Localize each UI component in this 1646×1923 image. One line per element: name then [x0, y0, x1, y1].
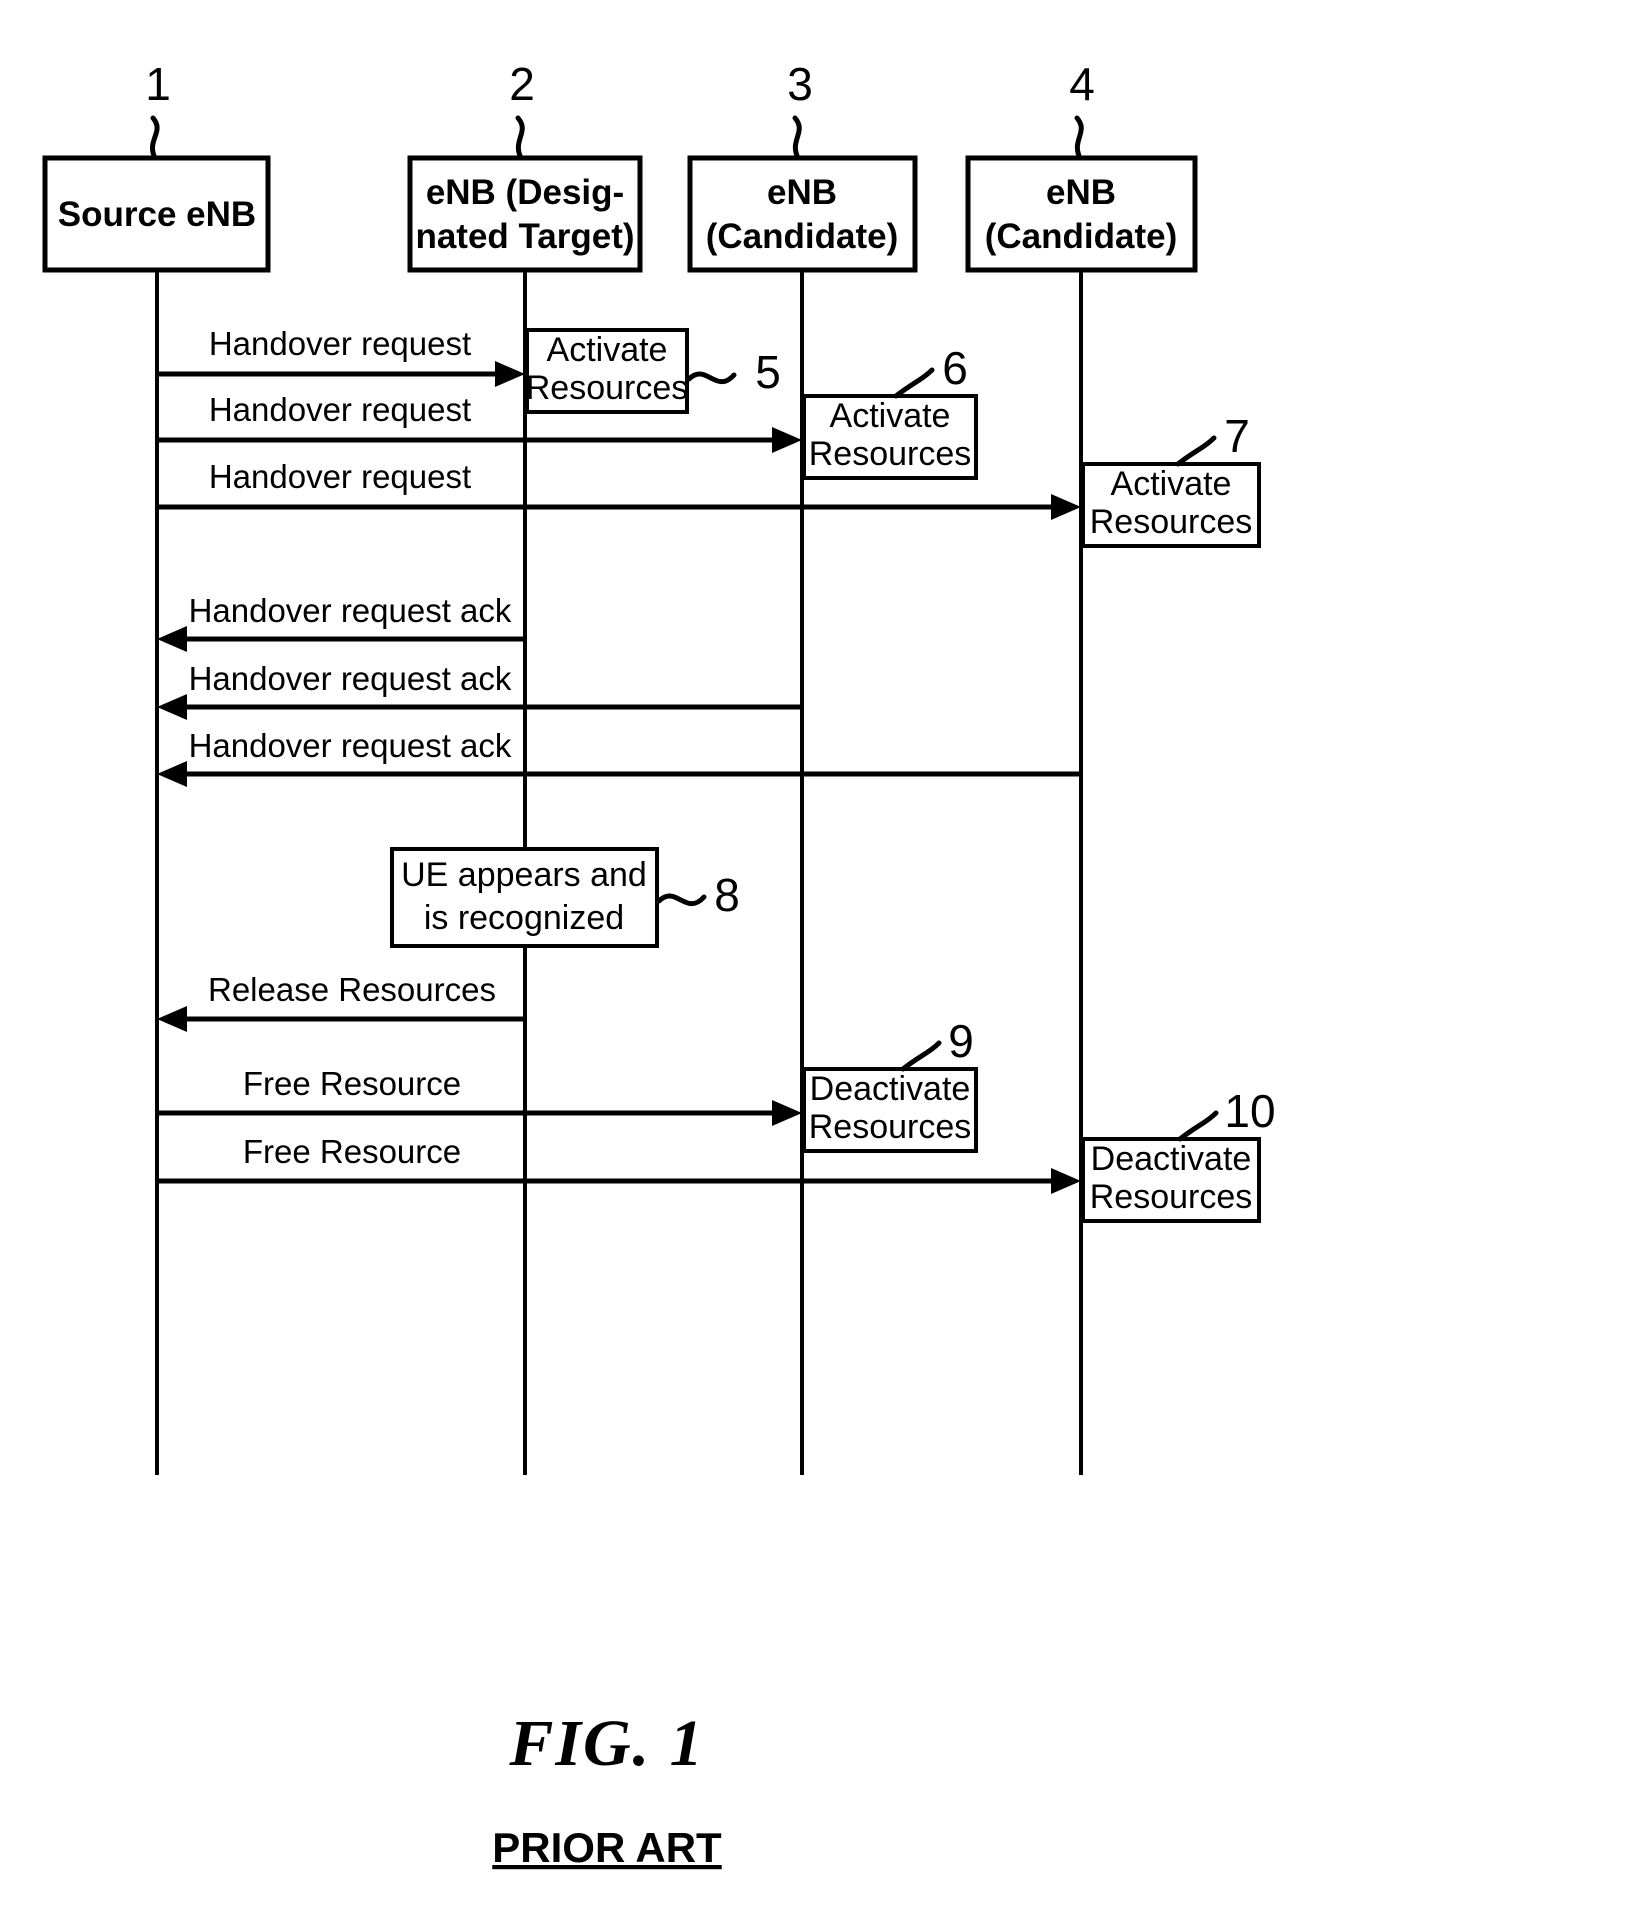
node-ref-4: 4	[1069, 58, 1095, 161]
action-box-7-leader	[1175, 435, 1217, 467]
action-box-5-leader	[686, 371, 737, 384]
message-2[interactable]: Handover request	[157, 391, 802, 453]
message-5[interactable]: Handover request ack	[157, 660, 802, 720]
action-box-6-leader	[893, 367, 935, 399]
action-box-6[interactable]: Activate Resources 6	[802, 342, 978, 480]
action-box-5-line2: Resources	[526, 369, 689, 407]
message-1[interactable]: Handover request	[157, 325, 525, 387]
message-7-arrowhead	[157, 1006, 187, 1032]
ref-numeral-5: 5	[755, 346, 781, 398]
action-box-8-leader	[656, 893, 707, 906]
ref-numeral-10: 10	[1224, 1085, 1275, 1137]
message-6-label: Handover request ack	[189, 727, 512, 764]
action-box-8-line1: UE appears and	[401, 856, 647, 894]
message-2-label: Handover request	[209, 391, 471, 428]
message-9-label: Free Resource	[243, 1133, 461, 1170]
ref-numeral-6: 6	[942, 342, 968, 394]
figure-subtitle: PRIOR ART	[492, 1824, 722, 1871]
message-5-label: Handover request ack	[189, 660, 512, 697]
node-head-4[interactable]: eNB (Candidate)	[965, 155, 1198, 273]
action-box-7[interactable]: Activate Resources 7	[1081, 410, 1261, 548]
ref-numeral-1: 1	[145, 58, 171, 110]
sequence-diagram-canvas: Source eNB eNB (Desig- nated Target) eNB…	[42, 58, 1276, 1871]
action-box-9-leader	[900, 1040, 942, 1072]
ref-numeral-7: 7	[1224, 410, 1250, 462]
node-head-1[interactable]: Source eNB	[42, 155, 271, 273]
ref-leader-3	[792, 115, 802, 161]
action-box-8-line2: is recognized	[424, 899, 624, 937]
action-box-9-line2: Resources	[809, 1108, 972, 1146]
message-7-label: Release Resources	[208, 971, 496, 1008]
ref-numeral-9: 9	[948, 1015, 974, 1067]
ref-numeral-3: 3	[787, 58, 813, 110]
message-4-label: Handover request ack	[189, 592, 512, 629]
message-4-arrowhead	[157, 626, 187, 652]
ref-numeral-4: 4	[1069, 58, 1095, 110]
ref-leader-1	[150, 115, 160, 161]
message-3-label: Handover request	[209, 458, 471, 495]
message-1-arrowhead	[495, 361, 525, 387]
message-1-label: Handover request	[209, 325, 471, 362]
action-box-10-line2: Resources	[1090, 1178, 1253, 1216]
node-label-4-line1: eNB	[1046, 173, 1116, 212]
ref-leader-4	[1074, 115, 1084, 161]
action-box-10-line1: Deactivate	[1091, 1140, 1252, 1178]
message-3-arrowhead	[1051, 494, 1081, 520]
message-9-arrowhead	[1051, 1168, 1081, 1194]
message-8[interactable]: Free Resource	[157, 1065, 802, 1126]
node-label-4-line2: (Candidate)	[985, 217, 1178, 256]
message-6-arrowhead	[157, 761, 187, 787]
action-box-5[interactable]: Activate Resources 5	[525, 328, 781, 414]
node-label-2-line2: nated Target)	[415, 217, 634, 256]
node-head-2[interactable]: eNB (Desig- nated Target)	[407, 155, 643, 273]
ref-leader-2	[515, 115, 525, 161]
patent-figure: Source eNB eNB (Desig- nated Target) eNB…	[0, 0, 1646, 1923]
message-8-label: Free Resource	[243, 1065, 461, 1102]
action-box-7-line1: Activate	[1111, 465, 1232, 503]
message-7[interactable]: Release Resources	[157, 971, 525, 1032]
figure-title: FIG. 1	[508, 1707, 704, 1780]
message-8-arrowhead	[772, 1100, 802, 1126]
node-ref-3: 3	[787, 58, 813, 161]
action-box-6-line2: Resources	[809, 435, 972, 473]
action-box-6-line1: Activate	[830, 397, 951, 435]
action-box-9-line1: Deactivate	[810, 1070, 971, 1108]
message-5-arrowhead	[157, 694, 187, 720]
action-box-7-line2: Resources	[1090, 503, 1253, 541]
action-box-10[interactable]: Deactivate Resources 10	[1081, 1085, 1276, 1223]
action-box-9[interactable]: Deactivate Resources 9	[802, 1015, 978, 1153]
node-ref-1: 1	[145, 58, 171, 161]
message-4[interactable]: Handover request ack	[157, 592, 525, 652]
action-box-8[interactable]: UE appears and is recognized 8	[390, 847, 740, 948]
node-head-3[interactable]: eNB (Candidate)	[687, 155, 918, 273]
node-label-1-line1: Source eNB	[58, 195, 256, 234]
action-box-5-line1: Activate	[547, 331, 668, 369]
action-box-10-leader	[1177, 1110, 1219, 1142]
node-label-3-line2: (Candidate)	[706, 217, 899, 256]
node-ref-2: 2	[509, 58, 535, 161]
node-label-2-line1: eNB (Desig-	[426, 173, 624, 212]
ref-numeral-8: 8	[714, 869, 740, 921]
ref-numeral-2: 2	[509, 58, 535, 110]
message-6[interactable]: Handover request ack	[157, 727, 1081, 787]
node-label-3-line1: eNB	[767, 173, 837, 212]
message-2-arrowhead	[772, 427, 802, 453]
